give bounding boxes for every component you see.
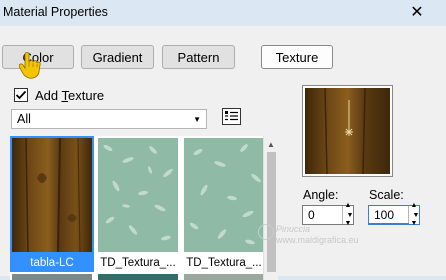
texture-item-label: TD_Textura_...: [186, 257, 262, 269]
texture-item[interactable]: tabla-LC: [10, 136, 94, 272]
leaves-texture-thumbnail: [98, 138, 178, 252]
wood-texture-thumbnail: [12, 138, 92, 252]
texture-preview: [302, 85, 393, 177]
texture-item-label: tabla-LC: [30, 257, 74, 269]
texture-item-label: TD_Textura_...: [100, 257, 176, 269]
window-title: Material Properties: [3, 5, 108, 19]
category-value: All: [17, 112, 31, 126]
texture-item[interactable]: TD_Textura_...: [182, 136, 268, 272]
browse-glyph: [225, 111, 238, 121]
tab-texture-label: Texture: [275, 49, 319, 65]
texture-item[interactable]: [184, 274, 264, 280]
add-texture-label[interactable]: Add Texture: [35, 88, 104, 103]
chevron-down-icon: ▼: [193, 115, 201, 124]
texture-category-dropdown[interactable]: All ▼: [11, 109, 207, 129]
label-prefix: Add: [35, 88, 62, 103]
watermark-logo-icon: [258, 224, 274, 240]
checkmark-icon: [15, 90, 27, 100]
texture-item[interactable]: [12, 274, 92, 280]
leaves-texture-thumbnail: [184, 138, 264, 252]
pointing-hand-cursor-icon: [19, 52, 41, 79]
scrollbar-thumb[interactable]: [267, 152, 276, 272]
browse-textures-icon[interactable]: [222, 108, 241, 125]
label-suffix: exture: [68, 88, 105, 103]
tab-pattern-label: Pattern: [177, 49, 220, 65]
scale-dropdown-chevron-icon[interactable]: ▼: [411, 205, 421, 225]
texture-item[interactable]: [98, 274, 178, 280]
scroll-up-arrow-icon[interactable]: ▲: [267, 140, 275, 149]
tab-gradient-label: Gradient: [92, 49, 143, 65]
texture-list-scrollbar[interactable]: ▲: [263, 136, 278, 280]
scale-value: 100: [374, 208, 395, 222]
close-icon: ✕: [410, 4, 424, 21]
watermark-line1: Pinuccia: [276, 224, 311, 234]
angle-dropdown-chevron-icon[interactable]: ▼: [345, 205, 355, 225]
tab-pattern[interactable]: Pattern: [162, 45, 235, 69]
scale-label: Scale:: [369, 188, 404, 202]
texture-list[interactable]: tabla-LC TD_Textura_... TD_Textura_...: [10, 136, 278, 280]
tab-texture[interactable]: Texture: [261, 45, 333, 69]
texture-item[interactable]: TD_Textura_...: [96, 136, 180, 272]
close-button[interactable]: ✕: [388, 0, 446, 24]
add-texture-checkbox[interactable]: [14, 88, 28, 102]
angle-value: 0: [308, 208, 315, 222]
angle-label: Angle:: [303, 188, 339, 202]
title-bar: Material Properties ✕: [0, 0, 446, 26]
texture-preview-image: [305, 87, 390, 175]
watermark-line2: www.maldigrafica.eu: [276, 235, 359, 245]
tab-gradient[interactable]: Gradient: [81, 45, 154, 69]
